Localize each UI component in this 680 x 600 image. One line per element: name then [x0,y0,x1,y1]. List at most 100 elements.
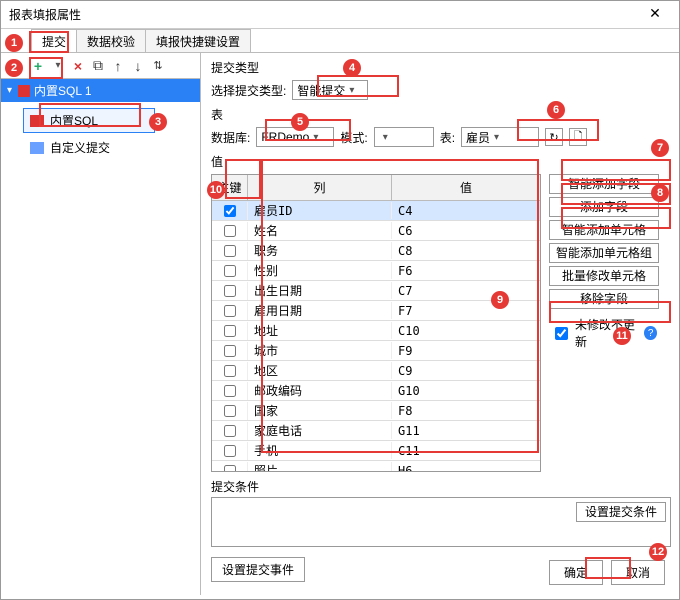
grid-val: G10 [392,384,540,398]
chevron-down-icon: ▾ [383,132,388,143]
sort-icon[interactable] [149,57,167,75]
move-down-icon[interactable] [129,57,147,75]
grid-col: 邮政编码 [248,382,392,399]
smart-add-cell-button[interactable]: 智能添加单元格 [549,220,659,240]
tree-item-builtin-sql[interactable]: 内置SQL [23,108,155,133]
table-label: 表: [440,129,455,146]
tree-item-label: 内置SQL [50,112,98,129]
grid-row[interactable]: 邮政编码G10 [212,381,540,401]
submit-cond-box: 设置提交条件 [211,497,671,547]
grid-col: 姓名 [248,222,392,239]
pk-checkbox[interactable] [224,225,236,237]
chevron-down-icon: ▾ [494,132,499,143]
grid-val: F7 [392,304,540,318]
cancel-button[interactable]: 取消 [611,560,665,585]
remove-field-button[interactable]: 移除字段 [549,289,659,309]
copy-icon[interactable] [89,57,107,75]
pk-checkbox[interactable] [224,465,236,472]
submit-type-section: 提交类型 [211,59,671,76]
tab-shortcut[interactable]: 填报快捷键设置 [145,29,251,52]
grid-row[interactable]: 雇员IDC4 [212,201,540,221]
grid-row[interactable]: 照片H6 [212,461,540,471]
grid-row[interactable]: 姓名C6 [212,221,540,241]
refresh-button[interactable]: ↻ [545,128,563,146]
badge-4: 4 [343,59,361,77]
badge-7: 7 [651,139,669,157]
grid-val: C4 [392,204,540,218]
badge-3: 3 [149,113,167,131]
set-event-button[interactable]: 设置提交事件 [211,557,305,582]
grid-row[interactable]: 家庭电话G11 [212,421,540,441]
add-icon[interactable]: + [29,57,47,75]
badge-12: 12 [649,543,667,561]
grid-row[interactable]: 职务C8 [212,241,540,261]
pk-checkbox[interactable] [224,285,236,297]
add-field-button[interactable]: 添加字段 [549,197,659,217]
tab-validate[interactable]: 数据校验 [76,29,146,52]
pk-checkbox[interactable] [224,445,236,457]
expand-icon: ▾ [7,85,12,96]
grid-row[interactable]: 地址C10 [212,321,540,341]
grid-header-col: 列 [248,175,392,200]
delete-icon[interactable]: × [69,57,87,75]
grid-row[interactable]: 地区C9 [212,361,540,381]
grid-val: C8 [392,244,540,258]
pk-checkbox[interactable] [224,205,236,217]
pk-checkbox[interactable] [224,305,236,317]
custom-icon [30,142,44,154]
grid-val: C11 [392,444,540,458]
badge-2: 2 [5,59,23,77]
batch-modify-button[interactable]: 批量修改单元格 [549,266,659,286]
grid-val: H6 [392,464,540,472]
smart-add-cellgroup-button[interactable]: 智能添加单元格组 [549,243,659,263]
mode-label: 模式: [340,129,367,146]
db-icon [18,85,30,97]
grid-val: G11 [392,424,540,438]
smart-add-field-button[interactable]: 智能添加字段 [549,174,659,194]
tab-submit[interactable]: 提交 [31,29,77,52]
move-up-icon[interactable] [109,57,127,75]
grid-col: 照片 [248,462,392,471]
grid-col: 地址 [248,322,392,339]
help-icon[interactable]: ? [644,326,657,340]
ok-button[interactable]: 确定 [549,560,603,585]
grid-col: 地区 [248,362,392,379]
db-icon [30,115,44,127]
chevron-down-icon: ▾ [349,85,354,96]
tree-root[interactable]: ▾ 内置SQL 1 [1,79,200,102]
no-update-checkbox[interactable] [555,327,568,340]
grid-row[interactable]: 城市F9 [212,341,540,361]
tree-item-custom[interactable]: 自定义提交 [23,135,155,160]
badge-8: 8 [651,184,669,202]
tree-root-label: 内置SQL 1 [34,82,92,99]
grid-row[interactable]: 性别F6 [212,261,540,281]
grid-col: 手机 [248,442,392,459]
dropdown-icon[interactable]: ▾ [49,57,67,75]
pk-checkbox[interactable] [224,405,236,417]
grid-val: C7 [392,284,540,298]
pk-checkbox[interactable] [224,245,236,257]
submit-cond-label: 提交条件 [211,478,671,495]
pk-checkbox[interactable] [224,345,236,357]
badge-9: 9 [491,291,509,309]
mode-combo[interactable]: ▾ [374,127,434,147]
table-section: 表 [211,106,671,123]
grid-row[interactable]: 国家F8 [212,401,540,421]
pk-checkbox[interactable] [224,265,236,277]
browse-button[interactable]: 🗋 [569,128,587,146]
left-toolbar: + ▾ × [1,53,200,79]
pk-checkbox[interactable] [224,425,236,437]
grid-row[interactable]: 雇用日期F7 [212,301,540,321]
pk-checkbox[interactable] [224,385,236,397]
close-icon[interactable]: ✕ [639,3,671,27]
set-cond-button[interactable]: 设置提交条件 [576,502,666,522]
table-combo[interactable]: 雇员 ▾ [461,127,539,147]
grid-val: F6 [392,264,540,278]
no-update-row[interactable]: 未修改不更新 ? [549,314,659,352]
tab-bar: 提交 数据校验 填报快捷键设置 [1,29,679,53]
badge-11: 11 [613,327,631,345]
pk-checkbox[interactable] [224,325,236,337]
submit-type-combo[interactable]: 智能提交 ▾ [292,80,368,100]
pk-checkbox[interactable] [224,365,236,377]
grid-row[interactable]: 手机C11 [212,441,540,461]
